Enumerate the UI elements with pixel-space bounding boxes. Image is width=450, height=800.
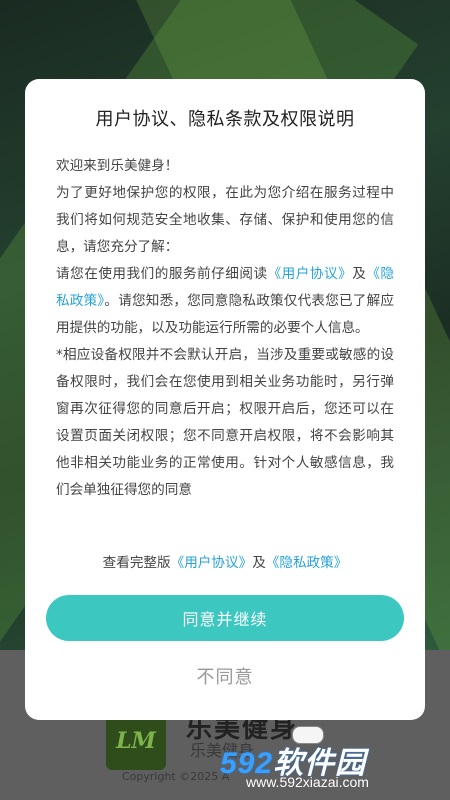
dialog-body[interactable]: 欢迎来到乐美健身！ 为了更好地保护您的权限，在此为您介绍在服务过程中我们将如何规… — [56, 153, 394, 609]
and-text: 及 — [352, 266, 367, 282]
agreement-dialog: 用户协议、隐私条款及权限说明 欢迎来到乐美健身！ 为了更好地保护您的权限，在此为… — [25, 79, 425, 720]
disagree-button[interactable]: 不同意 — [25, 663, 425, 689]
intro-paragraph: 为了更好地保护您的权限，在此为您介绍在服务过程中我们将如何规范安全地收集、存储、… — [56, 185, 394, 255]
site-watermark: 592软件园 www.592xiazai.com — [202, 724, 442, 794]
watermark-url: www.592xiazai.com — [246, 774, 369, 790]
full-version-links: 查看完整版《用户协议》及《隐私政策》 — [25, 551, 425, 571]
dialog-title: 用户协议、隐私条款及权限说明 — [95, 109, 355, 130]
full-user-agreement-link[interactable]: 《用户协议》 — [171, 555, 253, 571]
full-and-text: 及 — [252, 555, 266, 571]
permissions-paragraph: *相应设备权限并不会默认开启，当涉及重要或敏感的设备权限时，我们会在您使用到相关… — [56, 347, 394, 498]
welcome-text: 欢迎来到乐美健身！ — [56, 158, 179, 174]
app-logo: LM — [106, 712, 166, 770]
user-agreement-link[interactable]: 《用户协议》 — [268, 266, 353, 282]
agree-continue-button[interactable]: 同意并继续 — [46, 595, 404, 641]
full-version-prefix: 查看完整版 — [102, 555, 171, 571]
read-terms-paragraph: 请您在使用我们的服务前仔细阅读《用户协议》及《隐私政策》。请您知悉，您同意隐私政… — [56, 261, 394, 342]
read-terms-suffix: 。请您知悉，您同意隐私政策仅代表您已了解应用提供的功能，以及功能运行所需的必要个… — [56, 293, 394, 336]
full-privacy-policy-link[interactable]: 《隐私政策》 — [266, 555, 348, 571]
read-terms-prefix: 请您在使用我们的服务前仔细阅读 — [56, 266, 268, 282]
